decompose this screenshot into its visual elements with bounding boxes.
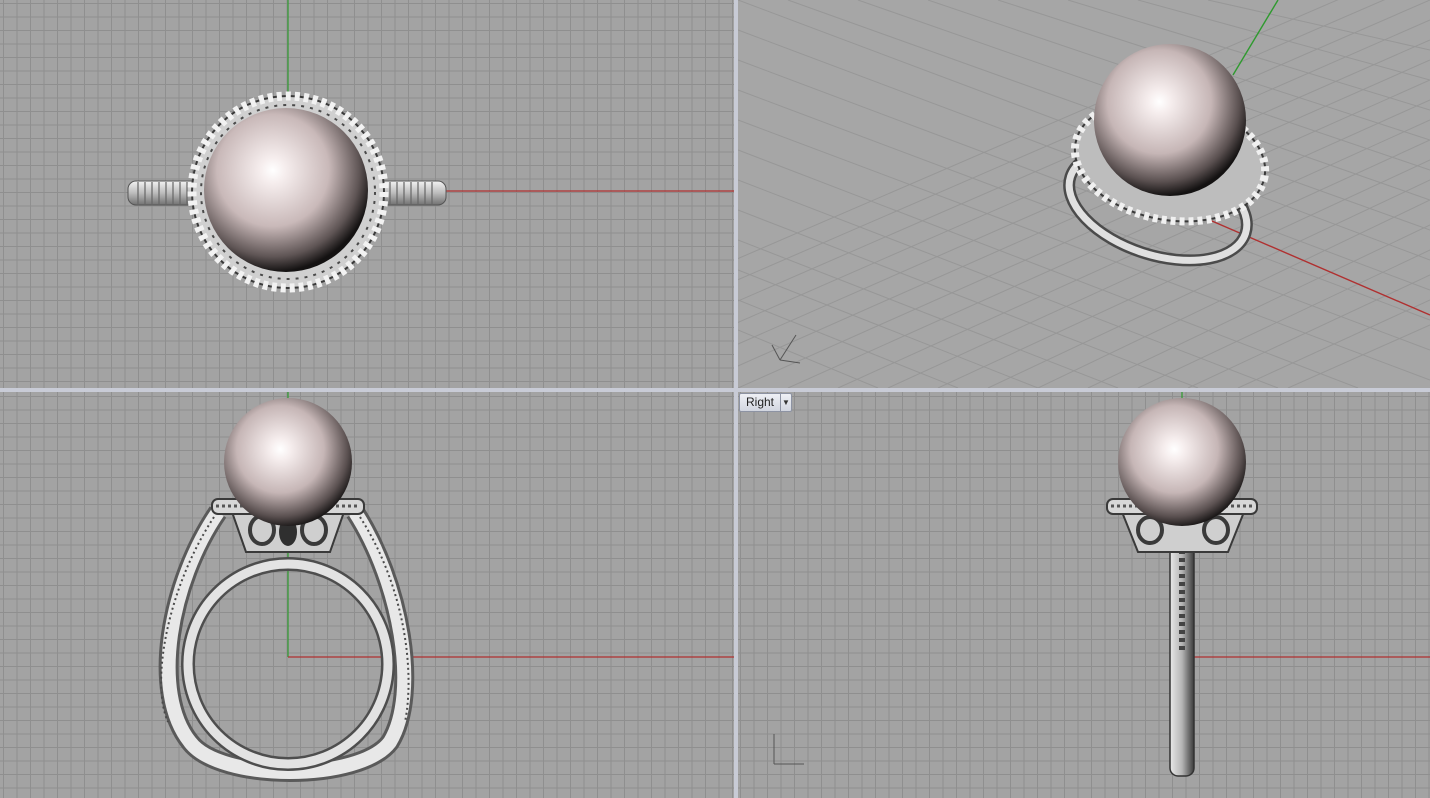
viewport-title-tab[interactable]: Right ▼ xyxy=(739,393,793,412)
perspective-grid xyxy=(738,0,1430,388)
top-viewport[interactable] xyxy=(0,0,734,388)
x-axis-line xyxy=(1197,214,1430,316)
right-viewport-canvas xyxy=(773,392,1430,777)
right-viewport[interactable]: Right ▼ xyxy=(738,392,1430,798)
dropdown-arrow-icon[interactable]: ▼ xyxy=(780,394,791,411)
axis-gnomon xyxy=(773,734,804,765)
front-viewport-canvas xyxy=(158,392,734,782)
pearl xyxy=(204,108,368,272)
pearl xyxy=(224,398,352,526)
top-viewport-canvas xyxy=(127,0,734,293)
y-axis-line xyxy=(1232,0,1279,76)
perspective-viewport-canvas xyxy=(738,0,1430,388)
pearl xyxy=(1118,398,1246,526)
front-viewport[interactable] xyxy=(0,392,734,798)
pearl xyxy=(1094,44,1246,196)
perspective-viewport[interactable] xyxy=(738,0,1430,388)
viewport-title[interactable]: Right xyxy=(740,394,780,411)
